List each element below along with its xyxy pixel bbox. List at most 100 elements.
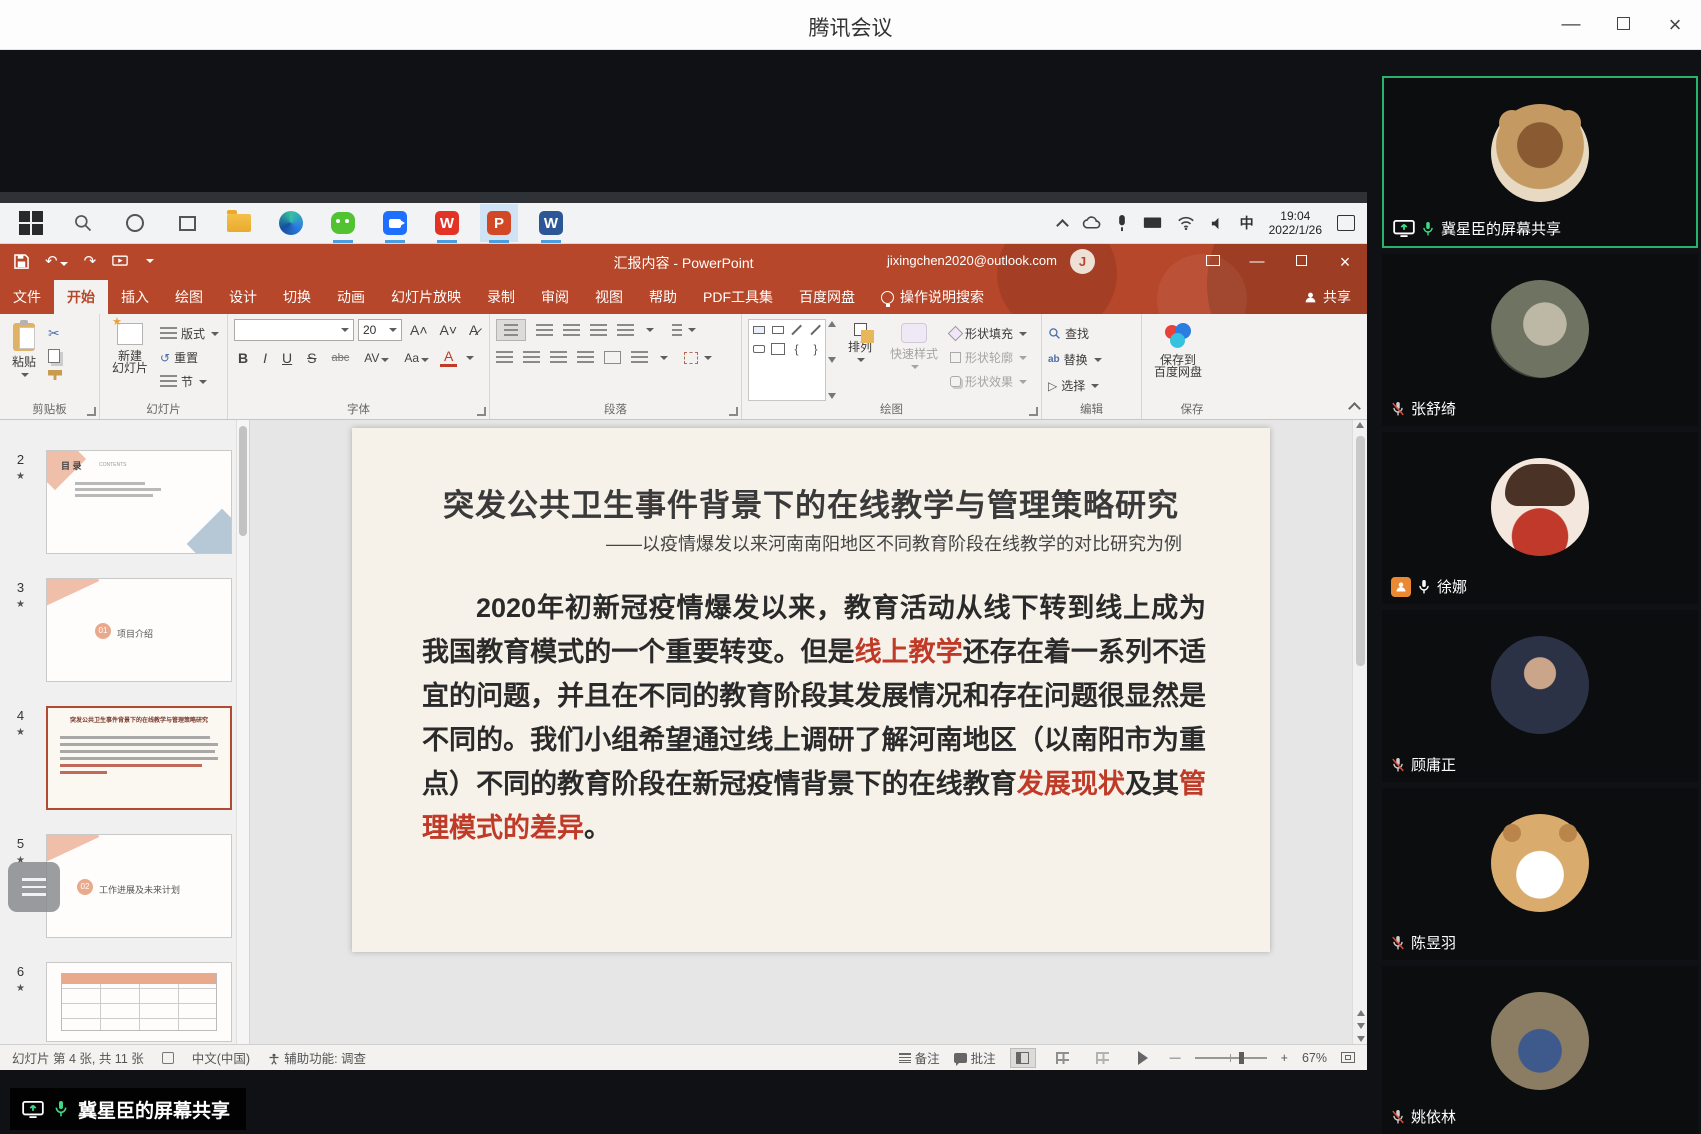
character-spacing-button[interactable]: AV (360, 350, 393, 366)
replace-button[interactable]: ab替换 (1048, 351, 1102, 368)
new-slide-button[interactable]: 新建幻灯片 (106, 319, 154, 401)
wechat-button[interactable] (330, 210, 356, 236)
quick-styles-button[interactable]: 快速样式 (884, 319, 944, 401)
thumbnail-4[interactable]: 突发公共卫生事件背景下的在线教学与管理策略研究 (46, 706, 232, 810)
shape-outline-button[interactable]: 形状轮廓 (950, 349, 1027, 366)
tab-draw[interactable]: 绘图 (162, 280, 216, 314)
grow-font-button[interactable]: A˄ (406, 321, 432, 339)
volume-icon[interactable] (1210, 216, 1225, 231)
clear-format-button[interactable]: A̷ (465, 321, 482, 339)
ribbon-display-options[interactable] (1191, 244, 1235, 280)
font-dialog-launcher[interactable] (477, 407, 486, 416)
panel-scrollbar[interactable] (236, 420, 249, 1044)
thumbnail-6[interactable] (46, 962, 232, 1042)
format-painter-button[interactable] (48, 370, 62, 380)
file-explorer-button[interactable] (226, 210, 252, 236)
notes-button[interactable]: 备注 (899, 1048, 940, 1067)
participant-tile-1[interactable]: 冀星臣的屏幕共享 (1382, 76, 1698, 248)
minimize-button[interactable]: — (1545, 0, 1597, 50)
copy-button[interactable] (48, 349, 60, 363)
tray-expand-icon[interactable] (1056, 219, 1069, 232)
font-name-combo[interactable] (234, 319, 354, 341)
thumbnail-item-4-selected[interactable]: 4★ 突发公共卫生事件背景下的在线教学与管理策略研究 (0, 706, 250, 814)
tab-slideshow[interactable]: 幻灯片放映 (378, 280, 474, 314)
tab-animations[interactable]: 动画 (324, 280, 378, 314)
scroll-thumb[interactable] (1356, 436, 1365, 666)
shapes-gallery[interactable]: {} (748, 319, 826, 401)
shapes-more[interactable] (828, 393, 836, 399)
ppt-restore-button[interactable] (1279, 244, 1323, 280)
wps-button[interactable]: W (434, 210, 460, 236)
font-color-button[interactable]: A (440, 349, 457, 367)
align-right-button[interactable] (550, 351, 567, 364)
search-button[interactable] (70, 210, 96, 236)
tab-insert[interactable]: 插入 (108, 280, 162, 314)
slide-sorter-view-button[interactable] (1050, 1048, 1076, 1068)
previous-slide-button[interactable] (1357, 1010, 1365, 1016)
align-text-button[interactable] (631, 351, 648, 364)
shapes-scroll-up[interactable] (828, 321, 836, 327)
participant-tile-4[interactable]: 顾庸正 (1382, 610, 1698, 782)
layout-button[interactable]: 版式 (160, 325, 219, 342)
zoom-slider[interactable] (1195, 1057, 1267, 1059)
meeting-panel-handle[interactable] (8, 862, 60, 912)
tab-help[interactable]: 帮助 (636, 280, 690, 314)
start-button[interactable] (18, 210, 44, 236)
thumbnail-2[interactable]: 目 录 CONTENTS (46, 450, 232, 554)
wifi-icon[interactable] (1177, 216, 1195, 230)
zoom-slider-thumb[interactable] (1239, 1052, 1244, 1064)
thumbnail-item-3[interactable]: 3★ 01 项目介绍 (0, 578, 250, 686)
participant-tile-2[interactable]: 张舒绮 (1382, 254, 1698, 426)
align-text-caret[interactable] (660, 356, 668, 360)
maximize-button[interactable] (1597, 0, 1649, 50)
arrange-button[interactable]: 排列 (842, 319, 878, 401)
comments-button[interactable]: 批注 (954, 1048, 996, 1067)
tab-file[interactable]: 文件 (0, 280, 54, 314)
align-left-button[interactable] (496, 351, 513, 364)
slide-counter[interactable]: 幻灯片 第 4 张, 共 11 张 (12, 1048, 144, 1067)
font-color-caret[interactable] (466, 356, 474, 360)
tab-baidu-netdisk[interactable]: 百度网盘 (786, 280, 868, 314)
justify-button[interactable] (577, 351, 594, 364)
decrease-indent-button[interactable] (563, 324, 580, 337)
zoom-out-button[interactable]: — (1170, 1052, 1181, 1064)
line-spacing-button[interactable] (617, 324, 634, 337)
italic-button[interactable]: I (259, 349, 271, 367)
cortana-button[interactable] (122, 210, 148, 236)
tencent-meeting-button[interactable] (382, 210, 408, 236)
edge-button[interactable] (278, 210, 304, 236)
participant-tile-6[interactable]: 姚依林 (1382, 966, 1698, 1134)
paragraph-dialog-launcher[interactable] (729, 407, 738, 416)
ppt-minimize-button[interactable]: — (1235, 244, 1279, 280)
slide-canvas[interactable]: 突发公共卫生事件背景下的在线教学与管理策略研究 ——以疫情爆发以来河南南阳地区不… (352, 428, 1270, 952)
reset-button[interactable]: ↺重置 (160, 349, 219, 366)
thumbnail-item-2[interactable]: 2★ 目 录 CONTENTS (0, 450, 250, 558)
underline-button[interactable]: U (278, 349, 296, 367)
thumbnail-3[interactable]: 01 项目介绍 (46, 578, 232, 682)
zoom-level[interactable]: 67% (1302, 1051, 1327, 1065)
tab-record[interactable]: 录制 (474, 280, 528, 314)
input-method-indicator[interactable]: 中 (1240, 213, 1254, 233)
normal-view-button[interactable] (1010, 1048, 1036, 1068)
line-spacing-caret[interactable] (646, 328, 654, 332)
mic-tray-icon[interactable] (1116, 215, 1128, 232)
accessibility-status[interactable]: 辅助功能: 调查 (268, 1048, 366, 1067)
select-button[interactable]: ▷选择 (1048, 377, 1102, 394)
panel-scroll-thumb[interactable] (239, 426, 247, 536)
columns-button[interactable] (604, 351, 621, 364)
cut-button[interactable]: ✂ (48, 325, 62, 342)
action-center-icon[interactable] (1337, 215, 1355, 231)
scroll-down-arrow[interactable] (1357, 1036, 1365, 1042)
language-indicator[interactable]: 中文(中国) (192, 1048, 250, 1067)
editor-scrollbar[interactable] (1352, 420, 1367, 1044)
thumbnail-item-6[interactable]: 6★ (0, 962, 250, 1044)
shape-effects-button[interactable]: 形状效果 (950, 373, 1027, 390)
close-button[interactable]: × (1649, 0, 1701, 50)
share-button[interactable]: 共享 (1288, 280, 1367, 314)
tell-me-search[interactable]: 操作说明搜索 (868, 280, 997, 314)
tab-review[interactable]: 审阅 (528, 280, 582, 314)
display-settings-icon[interactable] (162, 1052, 174, 1064)
participant-tile-5[interactable]: 陈昱羽 (1382, 788, 1698, 960)
participant-tile-3[interactable]: 徐娜 (1382, 432, 1698, 604)
task-view-button[interactable] (174, 210, 200, 236)
